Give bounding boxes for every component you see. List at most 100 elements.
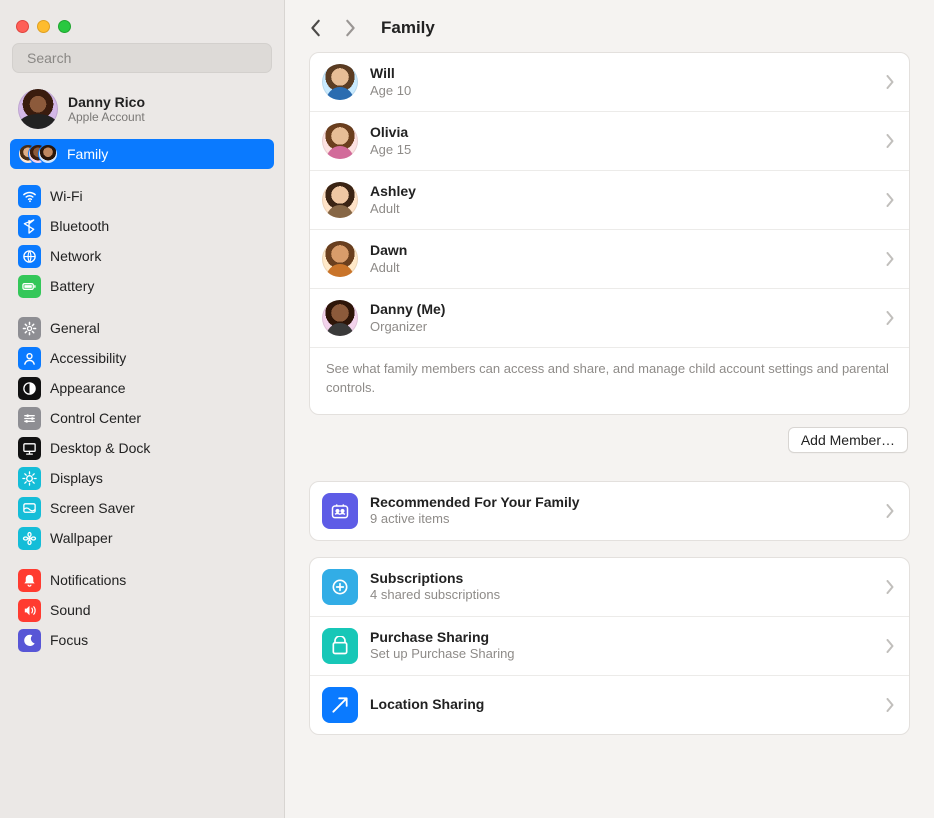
bell-icon [18, 569, 41, 592]
screensaver-icon [18, 497, 41, 520]
member-role: Age 10 [370, 83, 874, 99]
sharing-row-location-sharing[interactable]: Location Sharing [310, 675, 909, 734]
sidebar: Danny Rico Apple Account Family Wi-Fi Blu… [0, 0, 285, 818]
sidebar-item-general[interactable]: General [10, 313, 274, 343]
member-name: Will [370, 65, 874, 83]
gear-icon [18, 317, 41, 340]
sidebar-item-label: Family [67, 146, 108, 162]
family-member-row[interactable]: AshleyAdult [310, 170, 909, 229]
row-title: Recommended For Your Family [370, 494, 874, 512]
member-name: Ashley [370, 183, 874, 201]
row-subtitle: 9 active items [370, 511, 874, 527]
sidebar-item-label: Network [50, 248, 101, 264]
sidebar-item-accessibility[interactable]: Accessibility [10, 343, 274, 373]
sidebar-item-notifications[interactable]: Notifications [10, 565, 274, 595]
sidebar-item-label: Displays [50, 470, 103, 486]
arrow-icon [322, 687, 358, 723]
family-member-row[interactable]: Danny (Me)Organizer [310, 288, 909, 347]
family-member-row[interactable]: OliviaAge 15 [310, 111, 909, 170]
sidebar-item-bluetooth[interactable]: Bluetooth [10, 211, 274, 241]
member-name: Danny (Me) [370, 301, 874, 319]
sidebar-item-label: Sound [50, 602, 90, 618]
sharing-row-purchase-sharing[interactable]: Purchase SharingSet up Purchase Sharing [310, 616, 909, 675]
sidebar-item-network[interactable]: Network [10, 241, 274, 271]
sharing-row-subscriptions[interactable]: Subscriptions4 shared subscriptions [310, 558, 909, 616]
sidebar-item-desktop-dock[interactable]: Desktop & Dock [10, 433, 274, 463]
sidebar-item-focus[interactable]: Focus [10, 625, 274, 655]
sidebar-item-battery[interactable]: Battery [10, 271, 274, 301]
nav-forward-button[interactable] [341, 19, 359, 37]
sidebar-item-wallpaper[interactable]: Wallpaper [10, 523, 274, 553]
member-avatar [322, 64, 358, 100]
sidebar-item-label: Appearance [50, 380, 126, 396]
sidebar-item-label: Desktop & Dock [50, 440, 150, 456]
row-title: Subscriptions [370, 570, 874, 588]
sidebar-item-family[interactable]: Family [10, 139, 274, 169]
chevron-right-icon [886, 580, 895, 594]
row-subtitle: Set up Purchase Sharing [370, 646, 874, 662]
sun-icon [18, 467, 41, 490]
sidebar-item-displays[interactable]: Displays [10, 463, 274, 493]
sidebar-item-label: Wi-Fi [50, 188, 83, 204]
moon-icon [18, 629, 41, 652]
chevron-right-icon [886, 193, 895, 207]
plus-circle-icon [322, 569, 358, 605]
account-name: Danny Rico [68, 94, 145, 111]
flower-icon [18, 527, 41, 550]
sidebar-item-control-center[interactable]: Control Center [10, 403, 274, 433]
sidebar-item-label: Accessibility [50, 350, 126, 366]
sidebar-account[interactable]: Danny Rico Apple Account [0, 83, 284, 139]
nav-back-button[interactable] [307, 19, 325, 37]
wifi-icon [18, 185, 41, 208]
chevron-right-icon [886, 75, 895, 89]
member-avatar [322, 123, 358, 159]
sidebar-item-label: Notifications [50, 572, 126, 588]
search-input[interactable] [27, 50, 263, 66]
member-role: Adult [370, 201, 874, 217]
sidebar-item-wi-fi[interactable]: Wi-Fi [10, 181, 274, 211]
chevron-right-icon [886, 252, 895, 266]
chevron-right-icon [886, 504, 895, 518]
member-name: Olivia [370, 124, 874, 142]
chevron-right-icon [886, 134, 895, 148]
battery-icon [18, 275, 41, 298]
sidebar-item-label: Screen Saver [50, 500, 135, 516]
chevron-right-icon [886, 698, 895, 712]
chevron-right-icon [886, 311, 895, 325]
maximize-window-button[interactable] [58, 20, 71, 33]
sidebar-item-label: Battery [50, 278, 94, 294]
sidebar-item-label: Control Center [50, 410, 141, 426]
chevron-right-icon [886, 639, 895, 653]
globe-icon [18, 245, 41, 268]
family-member-row[interactable]: WillAge 10 [310, 53, 909, 111]
family-avatars-icon [18, 143, 58, 166]
bag-icon [322, 628, 358, 664]
sidebar-item-appearance[interactable]: Appearance [10, 373, 274, 403]
family-members-card: WillAge 10OliviaAge 15AshleyAdultDawnAdu… [309, 52, 910, 415]
speaker-icon [18, 599, 41, 622]
sidebar-item-screen-saver[interactable]: Screen Saver [10, 493, 274, 523]
member-avatar [322, 300, 358, 336]
member-avatar [322, 182, 358, 218]
minimize-window-button[interactable] [37, 20, 50, 33]
sidebar-item-sound[interactable]: Sound [10, 595, 274, 625]
recommended-card[interactable]: Recommended For Your Family 9 active ite… [309, 481, 910, 541]
search-field[interactable] [12, 43, 272, 73]
contrast-icon [18, 377, 41, 400]
recommended-icon [322, 493, 358, 529]
member-role: Adult [370, 260, 874, 276]
close-window-button[interactable] [16, 20, 29, 33]
bluetooth-icon [18, 215, 41, 238]
desktop-icon [18, 437, 41, 460]
account-avatar [18, 89, 58, 129]
sidebar-item-label: Wallpaper [50, 530, 113, 546]
sidebar-item-label: Focus [50, 632, 88, 648]
sidebar-item-label: Bluetooth [50, 218, 109, 234]
member-avatar [322, 241, 358, 277]
window-controls [0, 8, 284, 43]
add-member-button[interactable]: Add Member… [788, 427, 908, 453]
family-member-row[interactable]: DawnAdult [310, 229, 909, 288]
members-footer-text: See what family members can access and s… [310, 347, 909, 414]
row-title: Location Sharing [370, 696, 874, 714]
person-icon [18, 347, 41, 370]
